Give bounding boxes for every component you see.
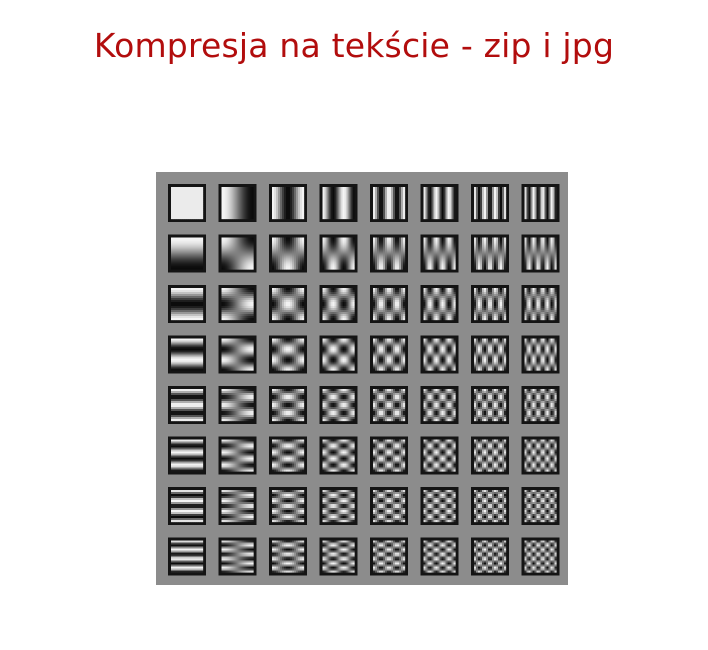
- basis-tile: [168, 487, 206, 525]
- basis-tile: [168, 436, 206, 475]
- basis-tile: [420, 285, 459, 323]
- basis-tile: [168, 234, 206, 273]
- basis-tile: [420, 537, 459, 576]
- basis-tile: [269, 184, 307, 222]
- basis-tile: [420, 436, 459, 475]
- slide-title: Kompresja na tekście - zip i jpg: [93, 26, 615, 65]
- basis-tile: [168, 386, 206, 424]
- basis-tile: [521, 285, 560, 323]
- basis-tile: [168, 335, 206, 374]
- basis-tile: [420, 335, 459, 374]
- basis-tile: [218, 436, 257, 475]
- basis-tile: [370, 386, 408, 424]
- basis-tile: [521, 537, 560, 576]
- basis-tile: [471, 184, 509, 222]
- dct-basis-grid: [156, 172, 568, 585]
- basis-tile: [168, 285, 206, 323]
- basis-tile: [370, 335, 408, 374]
- basis-tile: [370, 436, 408, 475]
- basis-tile: [521, 234, 560, 273]
- basis-tile: [370, 234, 408, 273]
- basis-tile: [319, 234, 358, 273]
- basis-tile: [319, 386, 358, 424]
- basis-tile: [168, 184, 206, 222]
- basis-tile: [218, 335, 257, 374]
- basis-tile: [420, 386, 459, 424]
- basis-tile: [319, 184, 358, 222]
- basis-tile: [370, 487, 408, 525]
- basis-tile: [420, 234, 459, 273]
- basis-tile: [269, 285, 307, 323]
- basis-tile: [218, 386, 257, 424]
- basis-tile: [471, 386, 509, 424]
- basis-tile: [218, 184, 257, 222]
- basis-tile: [521, 436, 560, 475]
- basis-tile: [521, 487, 560, 525]
- basis-tile: [269, 537, 307, 576]
- basis-tile: [521, 386, 560, 424]
- basis-tile: [370, 285, 408, 323]
- basis-tile: [269, 487, 307, 525]
- basis-tile: [471, 537, 509, 576]
- basis-tile: [471, 234, 509, 273]
- basis-tile: [269, 436, 307, 475]
- basis-tile: [319, 537, 358, 576]
- basis-tile: [521, 184, 560, 222]
- basis-tile: [521, 335, 560, 374]
- basis-tile: [319, 436, 358, 475]
- basis-tile: [218, 234, 257, 273]
- basis-tile: [471, 436, 509, 475]
- basis-tile: [471, 285, 509, 323]
- basis-tile: [370, 537, 408, 576]
- basis-tile: [269, 386, 307, 424]
- basis-tile: [319, 285, 358, 323]
- basis-tile: [269, 234, 307, 273]
- basis-tile: [218, 487, 257, 525]
- dct-basis-functions-image: [156, 172, 568, 585]
- basis-tile: [420, 487, 459, 525]
- basis-tile: [218, 285, 257, 323]
- basis-tile: [319, 335, 358, 374]
- basis-tile: [471, 487, 509, 525]
- basis-tile: [218, 537, 257, 576]
- basis-tile: [319, 487, 358, 525]
- basis-tile: [168, 537, 206, 576]
- basis-tile: [420, 184, 459, 222]
- basis-tile: [370, 184, 408, 222]
- basis-tile: [269, 335, 307, 374]
- basis-tile: [471, 335, 509, 374]
